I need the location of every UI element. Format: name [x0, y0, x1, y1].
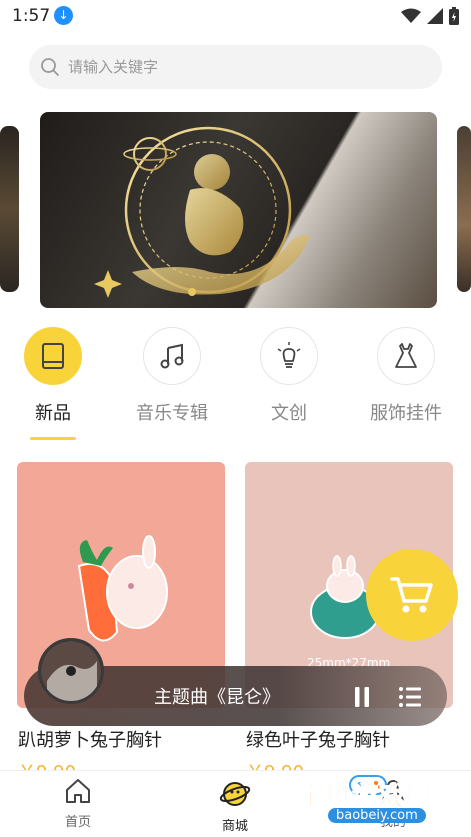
cart-button[interactable] [366, 549, 458, 641]
banner-slide-prev[interactable] [0, 126, 19, 292]
planet-icon [219, 782, 251, 806]
book-icon [42, 343, 64, 369]
system-icons [401, 7, 459, 25]
wifi-icon [401, 8, 421, 23]
search-bar[interactable] [29, 45, 442, 89]
nav-home[interactable]: 首页 [33, 777, 123, 830]
category-creative-label: 文创 [271, 403, 307, 424]
status-time: 1:57 [12, 6, 51, 26]
lightbulb-icon [277, 342, 301, 368]
pause-icon[interactable] [353, 686, 371, 708]
nav-home-label: 首页 [64, 815, 91, 830]
category-apparel-circle [377, 327, 435, 385]
dress-icon [395, 343, 417, 368]
category-apparel[interactable]: 服饰挂件 [361, 327, 451, 425]
category-new[interactable]: 新品 [8, 327, 98, 425]
status-bar: 1:57 ↓ [0, 0, 471, 32]
download-icon: ↓ [54, 6, 73, 25]
watermark-url: baobeiy.com [328, 808, 426, 823]
player-track-title: 主题曲《昆仑》 [154, 687, 280, 708]
signal-icon [427, 8, 443, 24]
banner-slide-next[interactable] [457, 126, 471, 292]
watermark: 宝贝游戏网 baobeiy.com [294, 772, 444, 834]
astronaut-bookmark-image [94, 126, 310, 298]
cart-icon [390, 577, 433, 613]
category-creative-circle [260, 327, 318, 385]
banner-carousel[interactable] [0, 112, 471, 308]
product-name: 绿色叶子兔子胸针 [246, 730, 390, 751]
category-creative[interactable]: 文创 [244, 327, 334, 425]
home-icon [66, 779, 90, 803]
search-input[interactable] [68, 58, 388, 76]
category-music-label: 音乐专辑 [136, 403, 208, 424]
category-music-circle [143, 327, 201, 385]
product-name: 趴胡萝卜兔子胸针 [18, 730, 162, 751]
category-apparel-label: 服饰挂件 [370, 403, 442, 424]
nav-mall-label: 商城 [221, 819, 248, 834]
banner-slide-current[interactable] [40, 112, 437, 308]
battery-icon [449, 7, 459, 25]
playlist-icon[interactable] [398, 686, 422, 708]
category-new-circle [24, 327, 82, 385]
album-disc[interactable] [38, 638, 104, 704]
active-category-indicator [30, 437, 76, 440]
nav-mall[interactable]: 商城 [190, 777, 280, 834]
album-cover-image [41, 641, 101, 701]
search-icon [41, 58, 59, 76]
category-music[interactable]: 音乐专辑 [127, 327, 217, 425]
music-note-icon [160, 343, 184, 369]
category-new-label: 新品 [35, 403, 71, 424]
